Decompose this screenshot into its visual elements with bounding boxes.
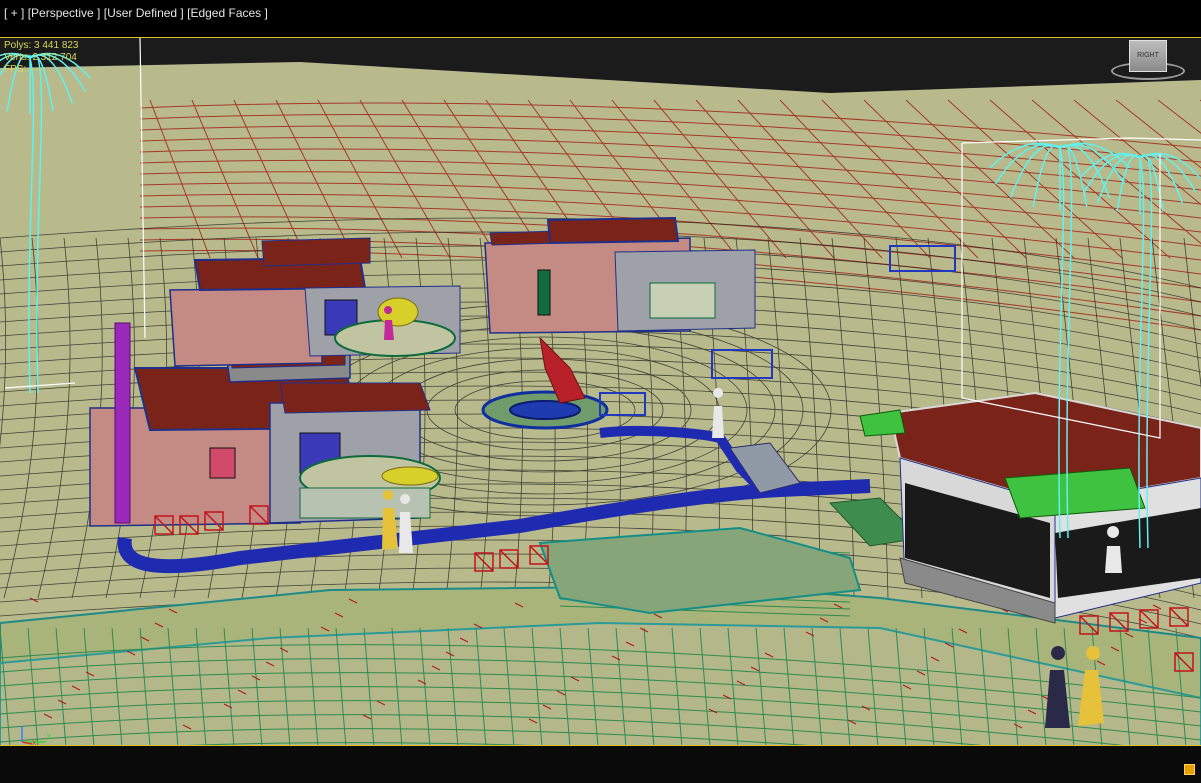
axis-tripod-icon: x y	[21, 726, 51, 746]
axis-x-label: x	[32, 738, 36, 746]
stats-fps: FPS: ----	[4, 64, 43, 75]
viewport-menu-plus[interactable]: [ + ]	[4, 6, 24, 20]
stats-polys: Polys: 3 441 823	[4, 40, 79, 51]
viewport-bottom-bar	[0, 746, 1201, 783]
stats-verts: Verts: 2 312 704	[4, 52, 77, 63]
viewport-statistics: Polys: 3 441 823 Verts: 2 312 704 FPS: -…	[4, 40, 79, 76]
viewport-shading-menu[interactable]: [User Defined ]	[104, 6, 184, 20]
viewcube-face[interactable]: RIGHT	[1129, 40, 1167, 72]
status-indicator-icon[interactable]	[1184, 764, 1195, 775]
viewport-display-menu[interactable]: [Edged Faces ]	[187, 6, 268, 20]
viewport-label[interactable]: [ + ] [Perspective ] [User Defined ] [Ed…	[4, 4, 268, 22]
axis-y-label: y	[47, 731, 51, 740]
person-white	[712, 388, 724, 438]
perspective-viewport[interactable]	[0, 37, 1201, 746]
viewport-view-menu[interactable]: [Perspective ]	[28, 6, 101, 20]
scene-wireframe	[0, 38, 1201, 745]
viewcube[interactable]: RIGHT	[1109, 38, 1189, 86]
